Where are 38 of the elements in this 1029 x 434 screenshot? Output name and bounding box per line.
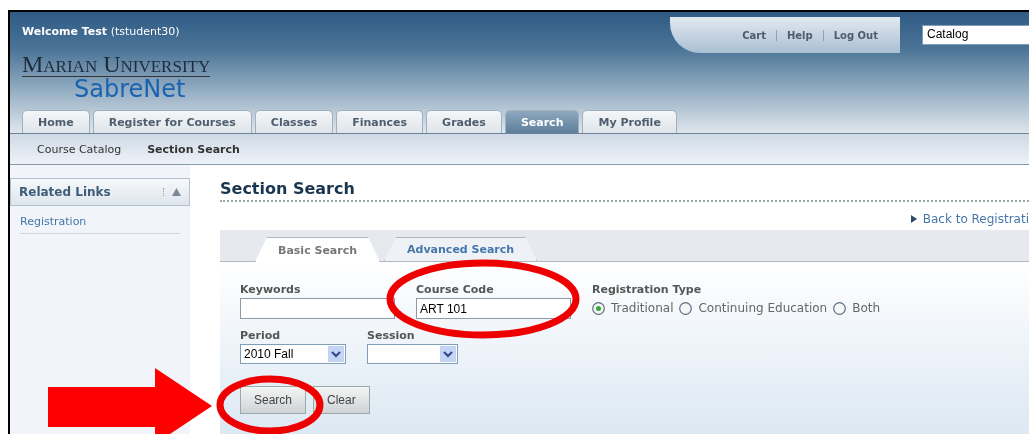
search-scope-dropdown[interactable]: Catalog — [922, 25, 1029, 45]
triangle-bullet-icon — [910, 215, 917, 223]
university-logo-text: Marian University — [22, 53, 211, 77]
nav-tab[interactable]: My Profile — [582, 110, 677, 133]
field-label: Registration Type — [592, 283, 703, 296]
top-link[interactable]: Log Out — [822, 29, 888, 41]
form-button[interactable]: Search — [240, 386, 307, 414]
field-label: Keywords — [240, 283, 302, 296]
sidebar-title: Related Links — [19, 185, 111, 199]
welcome-text: Welcome Test (tstudent30) — [22, 25, 180, 39]
nav-tab[interactable]: Finances — [336, 110, 424, 133]
keywords-input[interactable] — [240, 298, 395, 319]
form-button[interactable]: Clear — [313, 386, 370, 414]
period-dropdown[interactable]: 2010 Fall — [240, 344, 346, 364]
field-label: Period — [240, 329, 282, 342]
nav-tab[interactable]: Home — [22, 110, 90, 133]
page-title: Section Search — [220, 179, 355, 198]
nav-tab[interactable]: Search — [504, 110, 580, 133]
sidebar-link[interactable]: Registration — [20, 215, 180, 234]
radio-option[interactable]: Traditional — [592, 301, 674, 315]
radio-option[interactable]: Continuing Education — [679, 301, 828, 315]
sub-nav-link[interactable]: Section Search — [147, 142, 240, 156]
collapse-icon[interactable] — [163, 188, 181, 196]
back-link[interactable]: Back to Registrati — [922, 212, 1029, 226]
sabrenet-logo-text: SabreNet — [74, 77, 186, 101]
radio-option[interactable]: Both — [833, 301, 881, 315]
top-link[interactable]: Help — [775, 29, 823, 41]
nav-tab[interactable]: Register for Courses — [92, 110, 252, 133]
nav-tab[interactable]: Classes — [254, 110, 334, 133]
field-label: Session — [367, 329, 416, 342]
search-tab[interactable]: Advanced Search — [384, 237, 538, 261]
course-code-input[interactable]: ART 101 — [416, 298, 571, 319]
top-link[interactable]: Cart — [732, 29, 776, 41]
sub-nav-link[interactable]: Course Catalog — [37, 142, 122, 156]
session-dropdown[interactable] — [367, 344, 458, 364]
search-tab[interactable]: Basic Search — [255, 237, 381, 262]
field-label: Course Code — [416, 283, 495, 296]
nav-tab[interactable]: Grades — [426, 110, 502, 133]
